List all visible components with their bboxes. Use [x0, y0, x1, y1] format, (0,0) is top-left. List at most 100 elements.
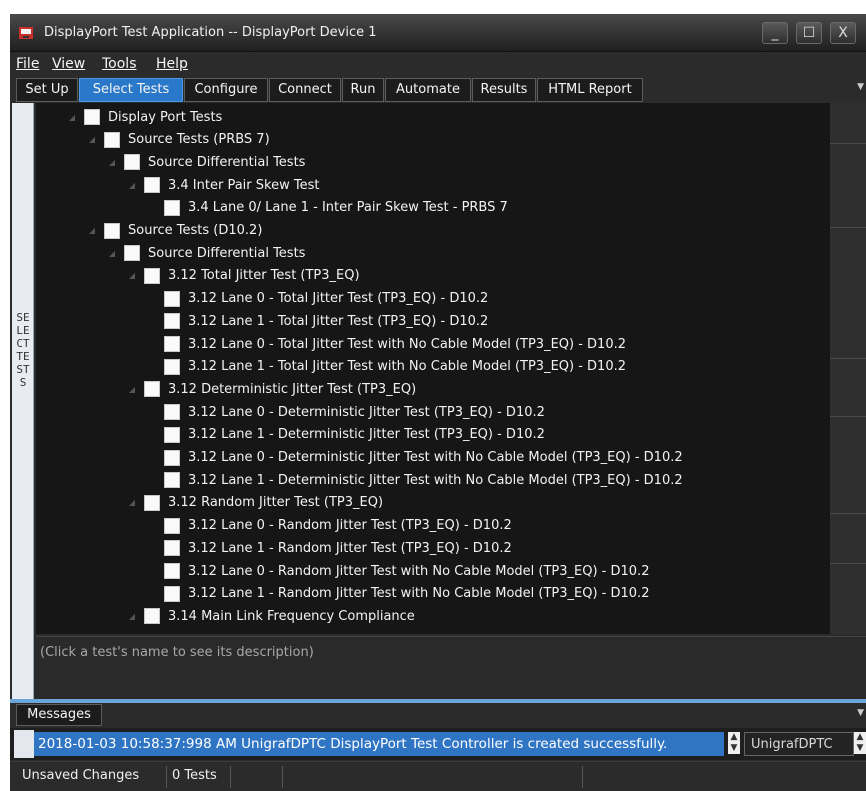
tab-set-up[interactable]: Set Up: [16, 78, 78, 102]
tab-overflow-icon[interactable]: ▼: [857, 82, 864, 92]
test-checkbox[interactable]: [84, 109, 100, 125]
tree-row[interactable]: ◢ Display Port Tests: [66, 106, 222, 128]
test-checkbox[interactable]: [124, 154, 140, 171]
tree-row[interactable]: 3.4 Lane 0/ Lane 1 - Inter Pair Skew Tes…: [146, 197, 508, 219]
title-bar[interactable]: DisplayPort Test Application -- DisplayP…: [10, 14, 866, 52]
expand-arrow-icon[interactable]: ◢: [126, 181, 138, 190]
test-label[interactable]: Source Differential Tests: [148, 246, 305, 261]
expand-arrow-icon[interactable]: ◢: [106, 249, 118, 258]
tree-row[interactable]: 3.12 Lane 1 - Deterministic Jitter Test …: [146, 424, 545, 446]
test-label[interactable]: 3.12 Lane 0 - Random Jitter Test (TP3_EQ…: [188, 518, 512, 533]
tree-row[interactable]: ◢ 3.4 Inter Pair Skew Test: [126, 174, 319, 196]
tree-row[interactable]: 3.12 Lane 1 - Random Jitter Test (TP3_EQ…: [146, 537, 512, 559]
test-label[interactable]: 3.12 Lane 0 - Deterministic Jitter Test …: [188, 405, 545, 420]
expand-arrow-icon[interactable]: ◢: [86, 226, 98, 235]
tree-row[interactable]: 3.12 Lane 0 - Total Jitter Test (TP3_EQ)…: [146, 288, 488, 310]
test-checkbox[interactable]: [164, 449, 180, 466]
test-label[interactable]: 3.12 Lane 1 - Deterministic Jitter Test …: [188, 473, 683, 488]
test-label[interactable]: 3.12 Lane 0 - Deterministic Jitter Test …: [188, 450, 683, 465]
test-checkbox[interactable]: [164, 540, 180, 557]
test-label[interactable]: Display Port Tests: [108, 110, 222, 125]
test-checkbox[interactable]: [164, 199, 180, 216]
test-checkbox[interactable]: [144, 381, 160, 398]
tree-row[interactable]: ◢ 3.12 Total Jitter Test (TP3_EQ): [126, 265, 360, 287]
test-label[interactable]: 3.12 Total Jitter Test (TP3_EQ): [168, 268, 360, 283]
test-checkbox[interactable]: [104, 222, 120, 239]
tree-row[interactable]: ◢ Source Tests (D10.2): [86, 220, 262, 242]
tree-row[interactable]: ◢ 3.14 Main Link Frequency Compliance: [126, 605, 415, 627]
tab-connect[interactable]: Connect: [269, 78, 341, 102]
test-label[interactable]: Source Tests (D10.2): [128, 223, 262, 238]
maximize-button[interactable]: ☐: [796, 22, 822, 44]
test-label[interactable]: 3.4 Inter Pair Skew Test: [168, 178, 319, 193]
test-label[interactable]: 3.12 Lane 1 - Random Jitter Test (TP3_EQ…: [188, 541, 512, 556]
tab-configure[interactable]: Configure: [184, 78, 268, 102]
test-label[interactable]: 3.12 Lane 1 - Random Jitter Test with No…: [188, 586, 649, 601]
expand-arrow-icon[interactable]: ◢: [86, 135, 98, 144]
test-checkbox[interactable]: [164, 358, 180, 375]
test-checkbox[interactable]: [164, 563, 180, 579]
test-checkbox[interactable]: [144, 267, 160, 284]
expand-arrow-icon[interactable]: ◢: [106, 158, 118, 167]
tree-row[interactable]: 3.12 Lane 0 - Total Jitter Test with No …: [146, 333, 626, 355]
tree-row[interactable]: ◢ Source Tests (PRBS 7): [86, 129, 270, 151]
latest-message[interactable]: 2018-01-03 10:58:37:998 AM UnigrafDPTC D…: [34, 732, 724, 756]
test-checkbox[interactable]: [164, 313, 180, 330]
menu-help[interactable]: Help: [156, 56, 188, 72]
expand-arrow-icon[interactable]: ◢: [126, 271, 138, 280]
tree-row[interactable]: 3.12 Lane 0 - Random Jitter Test with No…: [146, 560, 649, 582]
source-spinner-icon[interactable]: ▲ ▼: [854, 732, 866, 754]
test-label[interactable]: 3.4 Lane 0/ Lane 1 - Inter Pair Skew Tes…: [188, 200, 508, 215]
menu-view[interactable]: View: [52, 56, 85, 72]
test-label[interactable]: 3.12 Random Jitter Test (TP3_EQ): [168, 495, 383, 510]
test-label[interactable]: 3.12 Lane 1 - Total Jitter Test (TP3_EQ)…: [188, 314, 488, 329]
tab-automate[interactable]: Automate: [385, 78, 471, 102]
minimize-button[interactable]: _: [762, 22, 788, 44]
tab-html-report[interactable]: HTML Report: [537, 78, 643, 102]
select-tests-side-tab[interactable]: SELECT TESTS: [12, 103, 34, 699]
test-label[interactable]: 3.12 Lane 1 - Total Jitter Test with No …: [188, 359, 626, 374]
test-checkbox[interactable]: [164, 585, 180, 602]
tree-row[interactable]: 3.12 Lane 0 - Random Jitter Test (TP3_EQ…: [146, 515, 512, 537]
test-checkbox[interactable]: [164, 290, 180, 307]
test-label[interactable]: 3.14 Main Link Frequency Compliance: [168, 609, 415, 624]
menu-tools[interactable]: Tools: [102, 56, 137, 72]
test-label[interactable]: 3.12 Lane 0 - Random Jitter Test with No…: [188, 564, 649, 579]
test-checkbox[interactable]: [144, 177, 160, 194]
test-label[interactable]: 3.12 Lane 0 - Total Jitter Test with No …: [188, 337, 626, 352]
menu-file[interactable]: File: [16, 56, 39, 72]
expand-arrow-icon[interactable]: ◢: [126, 612, 138, 621]
tree-row[interactable]: ◢ Source Differential Tests: [106, 242, 305, 264]
tree-row[interactable]: ◢ Source Differential Tests: [106, 151, 305, 173]
test-checkbox[interactable]: [164, 517, 180, 534]
test-checkbox[interactable]: [164, 336, 180, 352]
expand-arrow-icon[interactable]: ◢: [126, 385, 138, 394]
message-spinner-icon[interactable]: ▲ ▼: [728, 732, 740, 754]
test-label[interactable]: Source Tests (PRBS 7): [128, 132, 270, 147]
messages-side-tab[interactable]: [14, 730, 34, 758]
messages-overflow-icon[interactable]: ▼: [857, 708, 864, 718]
tree-row[interactable]: ◢ 3.12 Deterministic Jitter Test (TP3_EQ): [126, 378, 416, 400]
tree-row[interactable]: 3.12 Lane 0 - Deterministic Jitter Test …: [146, 447, 683, 469]
tree-row[interactable]: 3.12 Lane 1 - Deterministic Jitter Test …: [146, 469, 683, 491]
message-source-select[interactable]: UnigrafDPTC: [744, 732, 854, 756]
tree-row[interactable]: 3.12 Lane 0 - Deterministic Jitter Test …: [146, 401, 545, 423]
tree-row[interactable]: ◢ 3.12 Random Jitter Test (TP3_EQ): [126, 492, 383, 514]
close-button[interactable]: X: [830, 22, 856, 44]
test-checkbox[interactable]: [104, 131, 120, 148]
tab-select-tests[interactable]: Select Tests: [79, 78, 183, 102]
test-label[interactable]: 3.12 Deterministic Jitter Test (TP3_EQ): [168, 382, 416, 397]
test-label[interactable]: 3.12 Lane 1 - Deterministic Jitter Test …: [188, 427, 545, 442]
test-checkbox[interactable]: [164, 472, 180, 489]
test-checkbox[interactable]: [144, 608, 160, 625]
test-checkbox[interactable]: [164, 404, 180, 421]
expand-arrow-icon[interactable]: ◢: [66, 113, 78, 122]
tree-row[interactable]: 3.12 Lane 1 - Total Jitter Test (TP3_EQ)…: [146, 310, 488, 332]
tree-row[interactable]: 3.12 Lane 1 - Random Jitter Test with No…: [146, 583, 649, 605]
test-checkbox[interactable]: [164, 426, 180, 443]
test-checkbox[interactable]: [124, 245, 140, 262]
tab-results[interactable]: Results: [472, 78, 536, 102]
test-label[interactable]: Source Differential Tests: [148, 155, 305, 170]
tab-run[interactable]: Run: [342, 78, 384, 102]
tab-messages[interactable]: Messages: [16, 704, 102, 726]
